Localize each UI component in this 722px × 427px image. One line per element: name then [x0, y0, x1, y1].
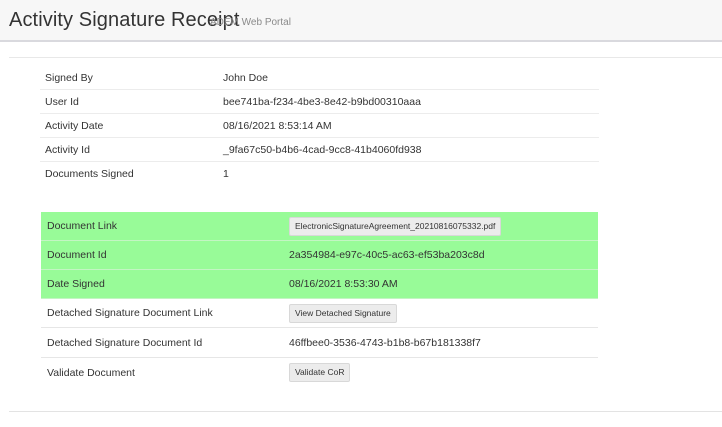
document-id-label: Document Id [47, 249, 107, 261]
document-id-row: Document Id 2a354984-e97c-40c5-ac63-ef53… [41, 241, 598, 270]
summary-row-user-id: User Id bee741ba-f234-4be3-8e42-b9bd0031… [40, 90, 599, 114]
summary-value: bee741ba-f234-4be3-8e42-b9bd00310aaa [223, 95, 421, 108]
summary-label: User Id [45, 95, 79, 108]
summary-value: 08/16/2021 8:53:14 AM [223, 119, 332, 132]
validate-cor-button[interactable]: Validate CoR [289, 363, 351, 382]
summary-value: _9fa67c50-b4b6-4cad-9cc8-41b4060fd938 [223, 143, 422, 156]
summary-row-documents-signed: Documents Signed 1 [40, 162, 599, 185]
date-signed-row: Date Signed 08/16/2021 8:53:30 AM [41, 270, 598, 299]
page-header: Activity Signature Receipt ADEM Web Port… [0, 0, 722, 42]
detached-id-row: Detached Signature Document Id 46ffbee0-… [41, 328, 598, 358]
detached-link-row: Detached Signature Document Link View De… [41, 299, 598, 328]
date-signed-value: 08/16/2021 8:53:30 AM [289, 278, 398, 290]
summary-label: Activity Date [45, 119, 104, 132]
summary-row-activity-date: Activity Date 08/16/2021 8:53:14 AM [40, 114, 599, 138]
page-subtitle: ADEM Web Portal [210, 17, 291, 28]
detached-id-label: Detached Signature Document Id [47, 336, 203, 349]
view-detached-signature-button[interactable]: View Detached Signature [289, 303, 397, 323]
page-title: Activity Signature Receipt [9, 9, 240, 31]
summary-value: John Doe [223, 71, 268, 84]
document-id-value: 2a354984-e97c-40c5-ac63-ef53ba203c8d [289, 249, 485, 261]
document-link-row: Document Link ElectronicSignatureAgreeme… [41, 212, 598, 241]
document-details-table: Document Link ElectronicSignatureAgreeme… [41, 212, 598, 387]
date-signed-label: Date Signed [47, 278, 105, 290]
document-link-label: Document Link [47, 220, 118, 232]
summary-value: 1 [223, 167, 229, 180]
summary-row-signed-by: Signed By John Doe [40, 66, 599, 90]
summary-label: Activity Id [45, 143, 90, 156]
validate-row: Validate Document Validate CoR [41, 358, 598, 387]
document-link-button[interactable]: ElectronicSignatureAgreement_20210816075… [289, 216, 502, 236]
detached-id-value: 46ffbee0-3536-4743-b1b8-b67b181338f7 [289, 336, 481, 349]
summary-label: Documents Signed [45, 167, 134, 180]
detached-link-label: Detached Signature Document Link [47, 307, 213, 319]
validate-label: Validate Document [47, 366, 135, 379]
activity-summary-table: Signed By John Doe User Id bee741ba-f234… [40, 66, 599, 185]
summary-row-activity-id: Activity Id _9fa67c50-b4b6-4cad-9cc8-41b… [40, 138, 599, 162]
summary-label: Signed By [45, 71, 93, 84]
